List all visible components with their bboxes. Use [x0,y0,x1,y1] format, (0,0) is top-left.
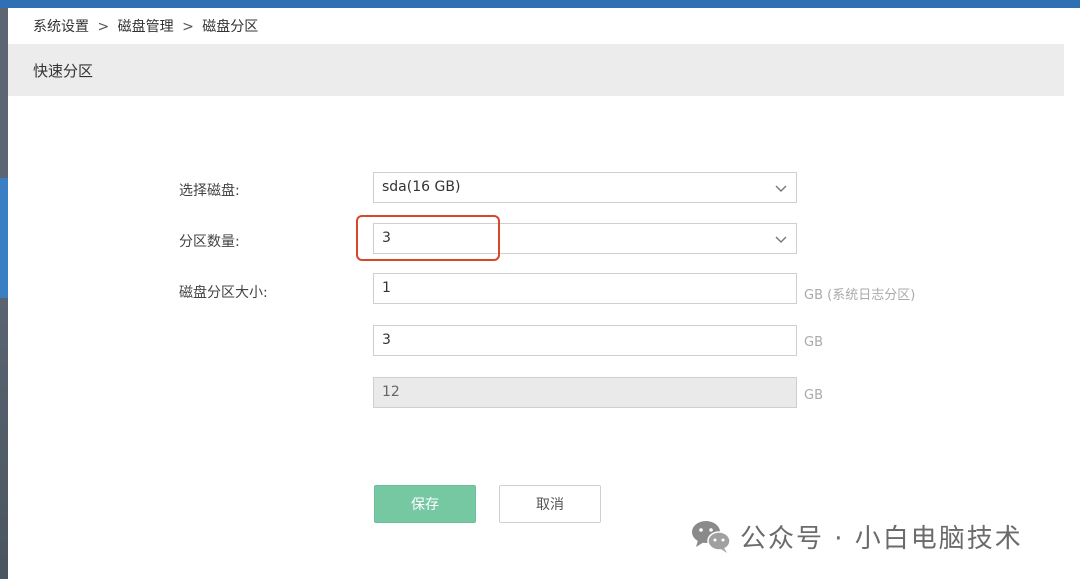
left-sidebar-edge [0,8,8,579]
save-button[interactable]: 保存 [374,485,476,523]
partition-size-label: 磁盘分区大小: [179,285,268,301]
breadcrumb-separator: > [182,19,194,35]
chevron-down-icon [775,236,787,243]
top-bar [0,0,1080,8]
partition-size-value: 3 [382,332,391,348]
right-edge [1064,8,1080,579]
chevron-down-icon [775,185,787,192]
partition-count-label: 分区数量: [179,234,240,250]
partition-size-input-3: 12 [373,377,797,408]
partition-size-input-2[interactable]: 3 [373,325,797,356]
breadcrumb-separator: > [97,19,110,35]
partition-size-unit: GB (系统日志分区) [804,288,916,303]
partition-size-input-1[interactable]: 1 [373,273,797,304]
breadcrumb-item-disk-management[interactable]: 磁盘管理 [118,19,174,35]
disk-select[interactable]: sda(16 GB) [373,172,797,203]
breadcrumb-item-disk-partition: 磁盘分区 [202,19,259,35]
breadcrumb: 系统设置 > 磁盘管理 > 磁盘分区 [33,16,258,36]
disk-select-value: sda(16 GB) [382,179,461,195]
partition-size-unit: GB [804,335,823,350]
partition-size-value: 12 [382,384,400,400]
disk-select-label: 选择磁盘: [179,183,240,199]
watermark-text: 公众号 · 小白电脑技术 [740,523,1023,554]
section-title: 快速分区 [33,62,94,80]
wechat-icon [692,521,731,553]
cancel-button[interactable]: 取消 [499,485,601,523]
section-header: 快速分区 [8,44,1064,96]
watermark: 公众号 · 小白电脑技术 [690,516,1023,556]
breadcrumb-item-system-settings[interactable]: 系统设置 [33,19,89,35]
annotation-highlight-box [356,215,500,261]
partition-size-unit: GB [804,388,823,403]
partition-size-value: 1 [382,280,391,296]
